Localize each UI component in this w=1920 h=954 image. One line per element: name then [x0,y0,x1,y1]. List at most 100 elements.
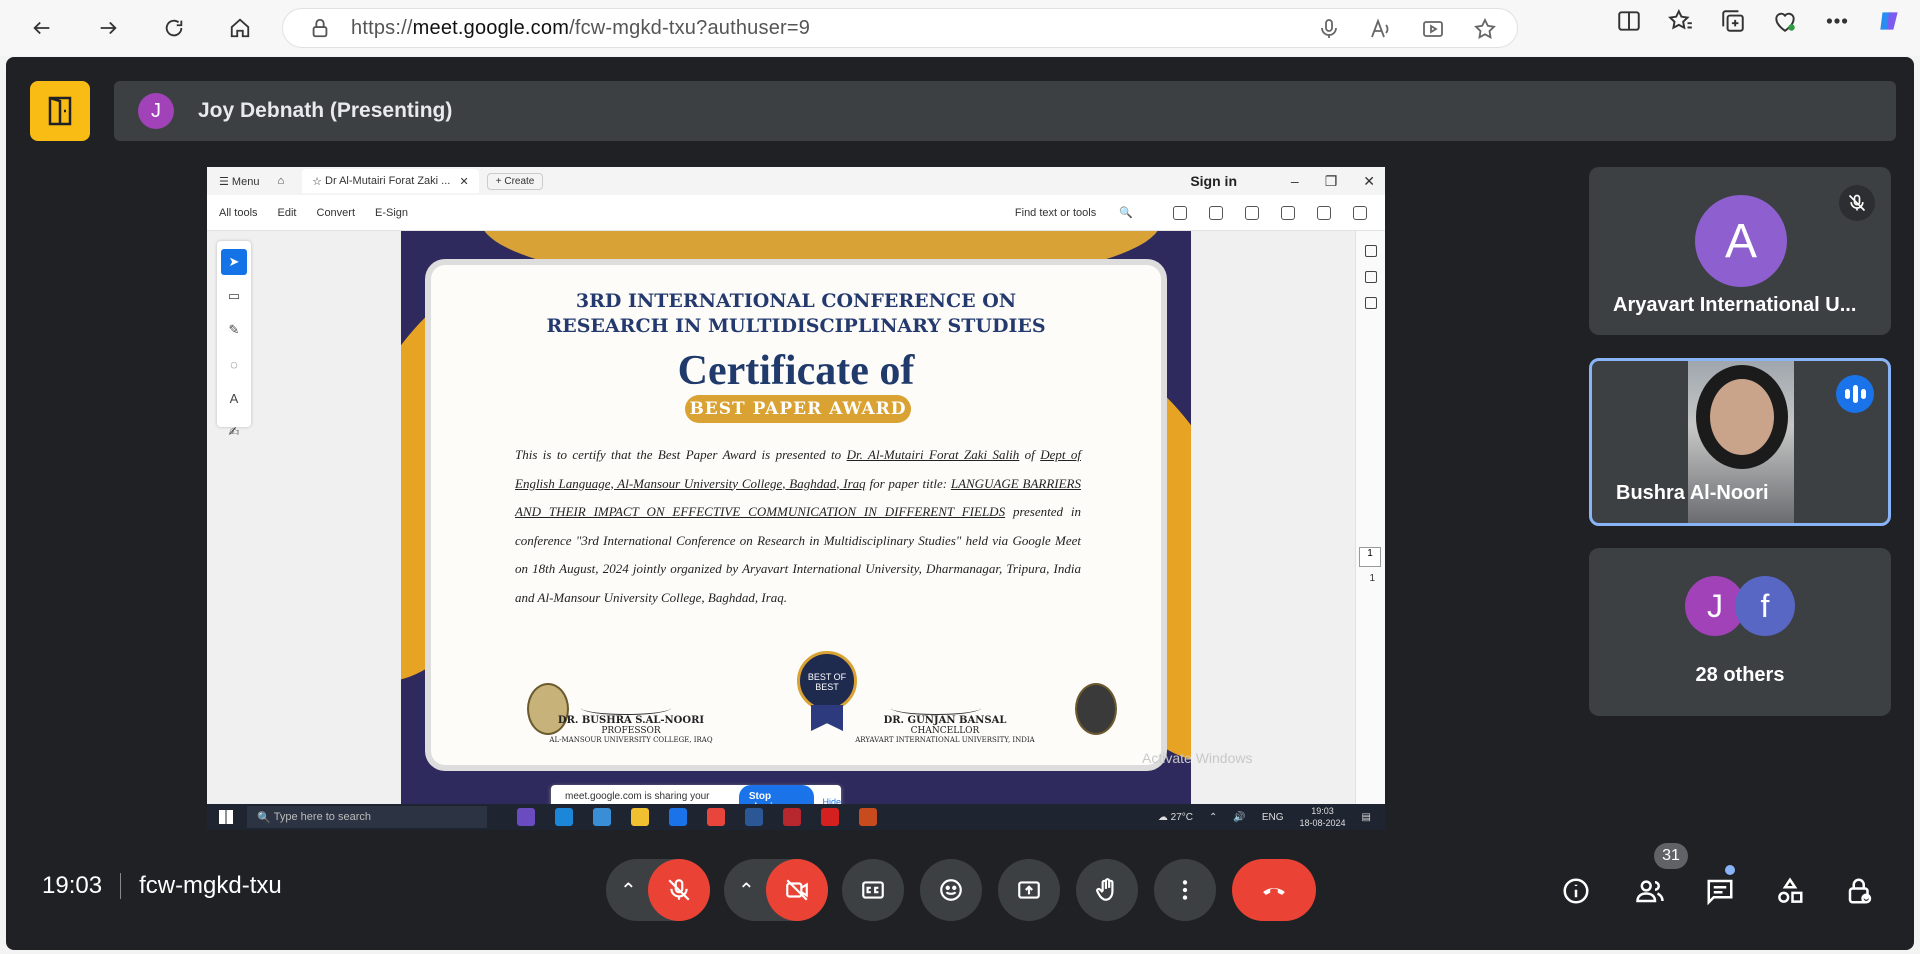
acrobat-home-icon[interactable]: ⌂ [277,175,284,187]
raise-hand-button[interactable] [1076,859,1138,921]
copilot-app-icon[interactable] [517,808,535,826]
body-of: of [1019,447,1041,462]
participant-tile-bushra[interactable]: Bushra Al-Noori [1589,358,1891,526]
meeting-code: fcw-mgkd-txu [139,872,282,899]
tool-esign[interactable]: E-Sign [375,207,408,219]
clock-time: 19:03 [1311,806,1334,816]
camera-toggle-button[interactable] [766,859,828,921]
mic-options-chevron-icon[interactable]: ⌃ [620,878,637,903]
select-cursor-icon[interactable]: ➤ [221,249,247,275]
more-options-icon[interactable] [1824,8,1850,34]
chat-button[interactable] [1698,869,1742,913]
favorite-star-icon[interactable] [1473,17,1497,41]
weather-widget[interactable]: ☁ 27°C [1158,812,1193,823]
print-icon[interactable] [1245,205,1259,220]
page-number-field[interactable]: 1 [1359,547,1381,567]
host-controls-button[interactable] [1838,869,1882,913]
mic-toggle-button[interactable] [648,859,710,921]
people-button[interactable] [1628,869,1672,913]
link-icon[interactable] [1317,205,1331,220]
upload-icon[interactable] [1209,205,1223,220]
acrobat-app-icon[interactable] [821,808,839,826]
comments-panel-icon[interactable] [1364,245,1377,257]
address-bar-actions [1317,17,1497,41]
url-text[interactable]: https://meet.google.com/fcw-mgkd-txu?aut… [351,17,810,40]
signer-2-name: DR. GUNJAN BANSAL [883,715,1007,726]
read-aloud-icon[interactable] [1369,17,1393,41]
language-indicator[interactable]: ENG [1262,812,1284,823]
chrome-app-icon[interactable] [707,808,725,826]
refresh-button[interactable] [154,8,194,48]
acrobat-create-button[interactable]: + Create [486,172,544,190]
mail-app-icon[interactable] [669,808,687,826]
more-options-button[interactable] [1154,859,1216,921]
signature-icon[interactable]: ✍ [221,419,247,445]
url-scheme: https:// [351,16,413,39]
university-seal-right [1075,683,1117,735]
address-bar[interactable]: https://meet.google.com/fcw-mgkd-txu?aut… [282,8,1518,48]
volume-icon[interactable]: 🔊 [1233,812,1245,823]
acrobat-sign-in[interactable]: Sign in [1190,173,1237,189]
participant-tile-aryavart[interactable]: A Aryavart International U... [1589,167,1891,335]
taskbar-apps [517,808,877,826]
reactions-button[interactable] [920,859,982,921]
store-app-icon[interactable] [593,808,611,826]
bookmarks-icon[interactable] [1364,271,1377,283]
forward-button[interactable] [88,8,128,48]
save-icon[interactable] [1173,205,1187,220]
activities-button[interactable] [1768,869,1812,913]
camera-options-chevron-icon[interactable]: ⌃ [738,878,755,903]
powerpoint-app-icon[interactable] [859,808,877,826]
taskbar-clock[interactable]: 19:03 18-08-2024 [1300,805,1346,829]
participant-tile-others[interactable]: J f 28 others [1589,548,1891,716]
end-call-icon [1263,888,1285,895]
share-icon[interactable] [1281,205,1295,220]
restore-icon[interactable]: ❐ [1325,173,1338,190]
microphone-icon[interactable] [1317,17,1341,41]
chat-icon [1707,879,1733,906]
acrobat-create-label: Create [504,175,535,187]
tool-edit[interactable]: Edit [278,207,297,219]
text-box-icon[interactable]: A [221,385,247,411]
notifications-icon[interactable]: ▤ [1362,812,1371,823]
word-app-icon[interactable] [745,808,763,826]
pages-icon[interactable] [1364,297,1377,309]
captions-button[interactable] [842,859,904,921]
split-screen-icon[interactable] [1616,8,1642,34]
file-explorer-icon[interactable] [631,808,649,826]
taskbar-search[interactable]: 🔍 Type here to search [247,806,487,828]
tray-chevron-icon[interactable]: ⌃ [1209,812,1217,823]
leave-call-button[interactable] [1232,859,1316,921]
find-tools[interactable]: Find text or tools 🔍 [1003,206,1141,219]
collections-icon[interactable] [1720,8,1746,34]
favorites-icon[interactable] [1668,8,1694,34]
leave-presentation-button[interactable] [30,81,90,141]
pen-icon[interactable]: ✎ [221,317,247,343]
copilot-icon[interactable] [1876,8,1902,34]
lasso-icon[interactable]: ◌ [221,351,247,377]
present-screen-button[interactable] [998,859,1060,921]
comment-icon[interactable]: ▭ [221,283,247,309]
mic-control-group: ⌃ [606,859,710,921]
security-app-icon[interactable] [783,808,801,826]
browser-essentials-icon[interactable] [1772,8,1798,34]
app-install-icon[interactable] [1421,17,1445,41]
back-button[interactable] [22,8,62,48]
home-button[interactable] [220,8,260,48]
windows-start-icon[interactable] [219,810,233,824]
edge-app-icon[interactable] [555,808,573,826]
certificate-heading: 3RD INTERNATIONAL CONFERENCE ON RESEARCH… [431,289,1161,339]
tool-all-tools[interactable]: All tools [219,207,258,219]
medal-ribbon [811,705,843,731]
acrobat-document-tab[interactable]: ☆ Dr Al-Mutairi Forat Zaki ... ✕ [302,169,479,193]
certificate-heading-line2: RESEARCH IN MULTIDISCIPLINARY STUDIES [546,315,1046,337]
windows-activation-watermark: Activate Windows [1142,750,1253,766]
email-icon[interactable] [1353,205,1367,220]
minimize-icon[interactable]: – [1291,173,1299,190]
shared-screen: ☰ Menu ⌂ ☆ Dr Al-Mutairi Forat Zaki ... … [207,167,1385,830]
url-host: meet.google.com [412,16,570,39]
tool-convert[interactable]: Convert [317,207,356,219]
close-icon[interactable]: ✕ [1363,173,1375,190]
acrobat-menu[interactable]: ☰ Menu [219,175,259,188]
meeting-details-button[interactable] [1554,869,1598,913]
